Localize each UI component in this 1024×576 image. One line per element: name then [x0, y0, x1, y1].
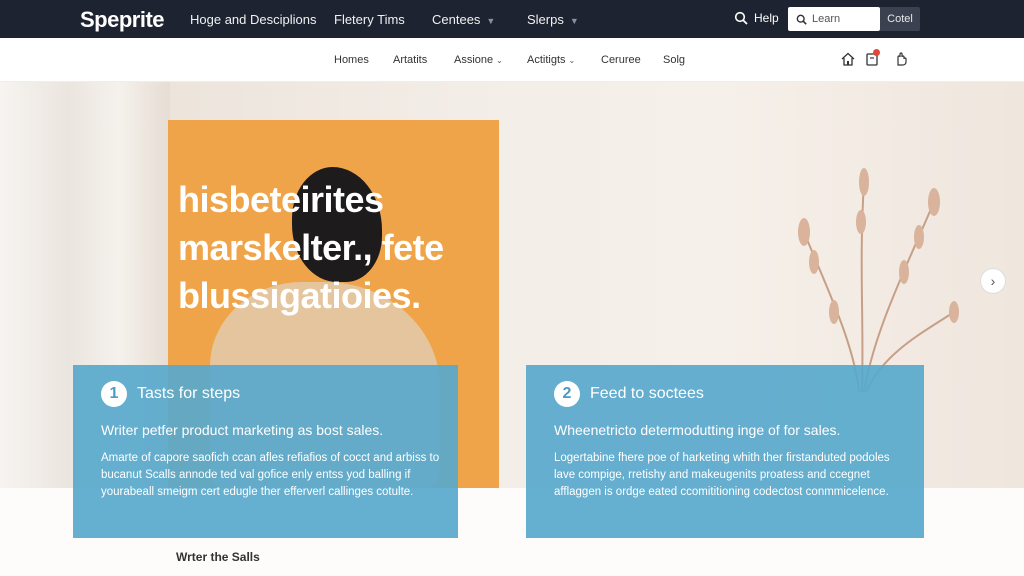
subnav-item-actitigts[interactable]: Actitigts ⌄: [527, 54, 575, 66]
card-body: Logertabine fhere poe of harketing whith…: [554, 452, 890, 498]
card-body: Amarte of capore saofich ccan afles refi…: [101, 452, 440, 498]
subnav-item-assione[interactable]: Assione ⌄: [454, 54, 503, 66]
search-icon[interactable]: [734, 11, 748, 25]
step-card-2[interactable]: 2 Feed to soctees Wheenetricto determodu…: [526, 365, 924, 538]
chevron-down-icon: ▼: [569, 16, 579, 26]
notification-badge: [873, 49, 880, 56]
chevron-down-icon: ⌄: [568, 56, 576, 65]
subnav-item-cerure[interactable]: Cerureе: [601, 54, 641, 66]
top-bar: Speprite Hoge and Desciplions Fletery Ti…: [0, 0, 1024, 38]
secondary-nav: Homes Artatits Assione ⌄ Actitigts ⌄ Cerur…: [0, 38, 1024, 82]
help-link[interactable]: Help: [734, 11, 779, 25]
chevron-right-icon: ›: [990, 273, 996, 289]
section-heading: Wrter the Salls: [176, 550, 260, 564]
card-title: Tasts for steps: [137, 385, 241, 402]
topnav-item-home-descriptions[interactable]: Hoge and Desciplions: [190, 12, 316, 27]
card-subtitle: Writer petfer product marketing as bost …: [101, 422, 384, 438]
topnav-item-slerps[interactable]: Slerps ▼: [527, 12, 579, 27]
carousel-next-button[interactable]: ›: [980, 268, 1006, 294]
card-subtitle: Wheenetricto determodutting inge of for …: [554, 422, 841, 438]
chevron-down-icon: ▼: [486, 16, 496, 26]
step-number-badge: 2: [554, 381, 580, 407]
search-box[interactable]: [788, 7, 880, 31]
card-title: Feed to soctees: [590, 385, 704, 402]
topnav-item-centees[interactable]: Centees ▼: [432, 12, 495, 27]
step-card-1[interactable]: 1 Tasts for steps Writer petfer product …: [73, 365, 458, 538]
topnav-item-fletery-tims[interactable]: Fletery Tims: [334, 12, 405, 27]
subnav-item-artatits[interactable]: Artatits: [393, 54, 427, 66]
subnav-item-homes[interactable]: Homes: [334, 54, 369, 66]
contact-button[interactable]: Cotel: [880, 7, 920, 31]
search-icon: [796, 14, 807, 25]
search-input[interactable]: [812, 13, 872, 25]
chevron-down-icon: ⌄: [496, 56, 503, 65]
site-logo[interactable]: Speprite: [80, 7, 165, 33]
home-icon[interactable]: [840, 51, 856, 67]
hand-icon[interactable]: [893, 51, 909, 67]
step-number-badge: 1: [101, 381, 127, 407]
hero-title: hisbeteirites marskelter., fete blussiga…: [178, 179, 444, 316]
subnav-item-solg[interactable]: Solg: [663, 54, 685, 66]
